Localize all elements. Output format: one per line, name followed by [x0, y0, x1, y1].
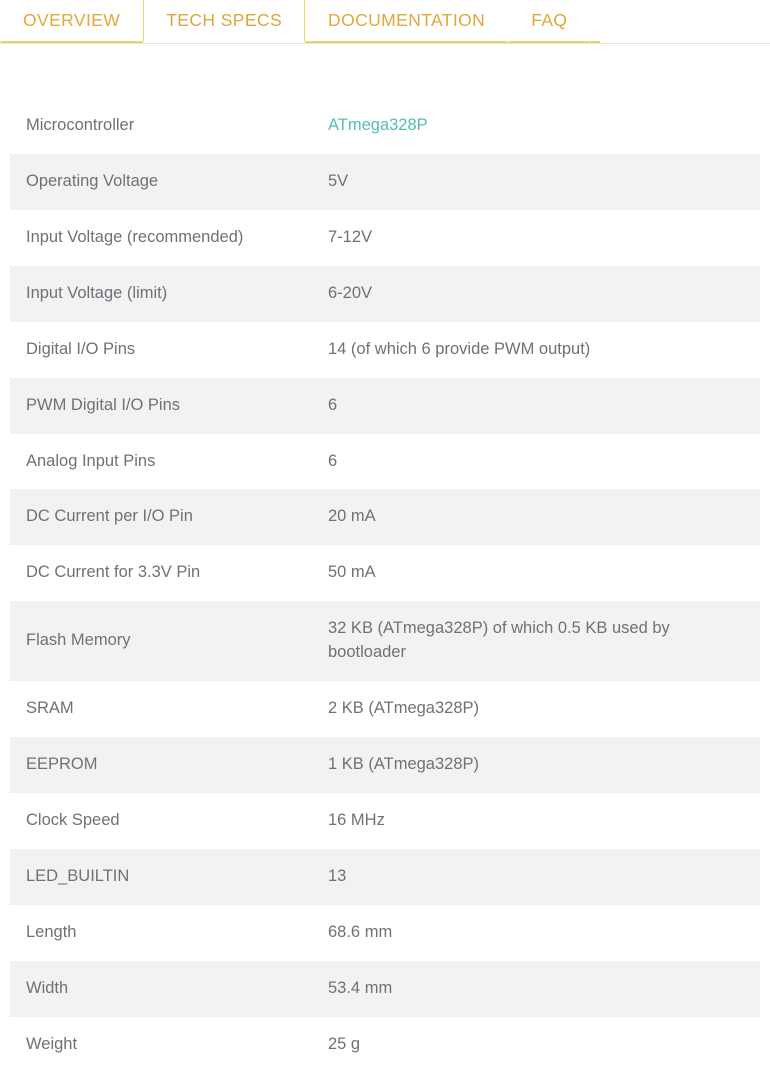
tab-faq[interactable]: FAQ: [508, 0, 591, 43]
spec-value: 6: [328, 395, 338, 414]
spec-value: 6-20V: [328, 283, 373, 302]
spec-row: Weight 25 g: [10, 1016, 760, 1073]
tab-label: DOCUMENTATION: [328, 10, 486, 30]
spec-value: 1 KB (ATmega328P): [328, 755, 480, 774]
tab-tech-specs[interactable]: TECH SPECS: [143, 0, 306, 43]
spec-value: ATmega328P: [328, 98, 760, 154]
tab-bar-trailing-rule: [590, 0, 601, 43]
spec-key: Width: [26, 978, 69, 997]
spec-row: Length 68.6 mm: [10, 904, 760, 961]
spec-key: Analog Input Pins: [26, 451, 156, 470]
spec-row: Analog Input Pins 6: [10, 433, 760, 490]
tab-label: OVERVIEW: [23, 10, 121, 30]
spec-key: Microcontroller: [26, 116, 135, 134]
spec-key: Input Voltage (recommended): [26, 227, 244, 246]
tab-overview[interactable]: OVERVIEW: [0, 0, 144, 43]
spec-row: Input Voltage (limit) 6-20V: [10, 265, 760, 322]
spec-value: 20 mA: [328, 507, 376, 526]
spec-value: 6: [328, 451, 338, 470]
spec-row: Microcontroller ATmega328P: [10, 98, 760, 154]
tech-specs-table: Microcontroller ATmega328P Operating Volta…: [10, 98, 760, 1073]
tab-documentation[interactable]: DOCUMENTATION: [305, 0, 509, 43]
spec-key: Operating Voltage: [26, 171, 159, 190]
spec-row: Operating Voltage 5V: [10, 153, 760, 210]
spec-value: 7-12V: [328, 227, 373, 246]
spec-key: Input Voltage (limit): [26, 283, 168, 302]
tab-label: FAQ: [531, 10, 568, 30]
tab-label: TECH SPECS: [166, 10, 283, 30]
tech-specs-section: Microcontroller ATmega328P Operating Volta…: [0, 98, 770, 1073]
spec-key: EEPROM: [26, 755, 98, 774]
spec-key: Length: [26, 922, 77, 941]
spec-value: 32 KB (ATmega328P) of which 0.5 KB used …: [328, 619, 670, 662]
tech-specs-table-body: Microcontroller ATmega328P Operating Volta…: [10, 98, 760, 1073]
spec-value: 50 mA: [328, 563, 376, 582]
spec-row: PWM Digital I/O Pins 6: [10, 377, 760, 434]
spec-row: Width 53.4 mm: [10, 960, 760, 1017]
spec-key: Digital I/O Pins: [26, 339, 136, 358]
spec-row: LED_BUILTIN 13: [10, 848, 760, 905]
spec-row: SRAM 2 KB (ATmega328P): [10, 681, 760, 738]
spec-value: 2 KB (ATmega328P): [328, 699, 480, 718]
spec-value: 5V: [328, 171, 349, 190]
spec-key: SRAM: [26, 699, 74, 718]
spec-value: 13: [328, 866, 347, 885]
spec-value-link[interactable]: ATmega328P: [328, 116, 428, 134]
spec-row: Flash Memory 32 KB (ATmega328P) of which …: [10, 601, 760, 682]
spec-row: Input Voltage (recommended) 7-12V: [10, 209, 760, 266]
spec-key: Clock Speed: [26, 810, 120, 829]
spec-key: DC Current per I/O Pin: [26, 507, 193, 526]
spec-value: 25 g: [328, 1034, 361, 1053]
spec-value: 68.6 mm: [328, 922, 393, 941]
spec-row: Digital I/O Pins 14 (of which 6 provide P…: [10, 321, 760, 378]
spec-row: DC Current for 3.3V Pin 50 mA: [10, 545, 760, 602]
product-tab-bar: OVERVIEW TECH SPECS DOCUMENTATION FAQ: [0, 0, 770, 44]
spec-key: Flash Memory: [26, 631, 131, 650]
tab-list: OVERVIEW TECH SPECS DOCUMENTATION FAQ: [0, 0, 770, 43]
spec-row: EEPROM 1 KB (ATmega328P): [10, 737, 760, 793]
spec-key: DC Current for 3.3V Pin: [26, 563, 201, 582]
spec-key: PWM Digital I/O Pins: [26, 395, 181, 414]
spec-value: 16 MHz: [328, 810, 385, 829]
spec-key: Weight: [26, 1034, 78, 1053]
spec-value: 14 (of which 6 provide PWM output): [328, 339, 591, 358]
spec-row: DC Current per I/O Pin 20 mA: [10, 489, 760, 546]
spec-value: 53.4 mm: [328, 978, 393, 997]
spec-key: LED_BUILTIN: [26, 866, 130, 885]
spec-row: Clock Speed 16 MHz: [10, 792, 760, 849]
